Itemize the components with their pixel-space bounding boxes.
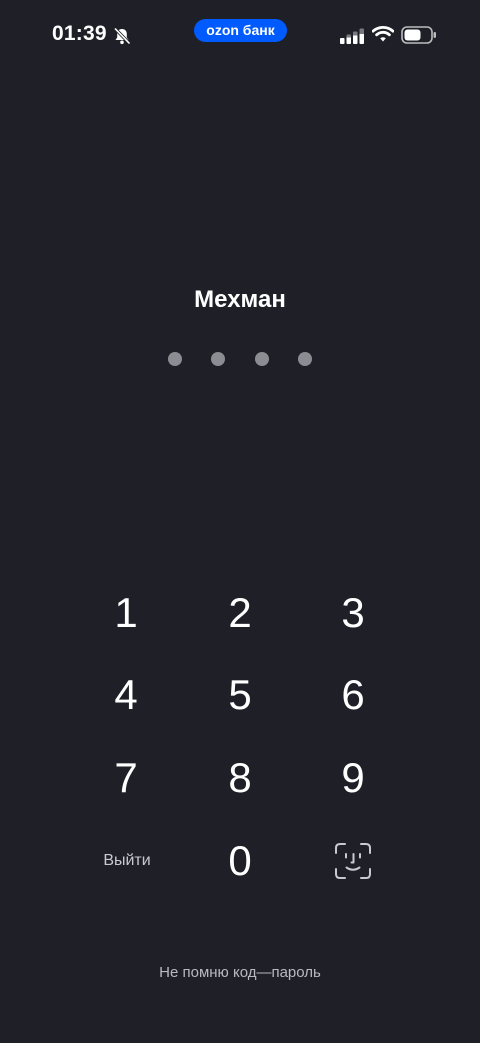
key-6[interactable]: 6 (305, 660, 401, 730)
key-7[interactable]: 7 (78, 743, 174, 813)
key-5[interactable]: 5 (192, 660, 288, 730)
logout-button[interactable]: Выйти (86, 845, 168, 877)
pin-dot (211, 352, 225, 366)
pin-dot (255, 352, 269, 366)
key-9[interactable]: 9 (305, 743, 401, 813)
ozon-bank-badge: ozon банк (194, 19, 287, 42)
pin-indicator (165, 352, 315, 368)
key-4[interactable]: 4 (78, 660, 174, 730)
key-2[interactable]: 2 (192, 578, 288, 648)
forgot-passcode-link[interactable]: Не помню код—пароль (0, 964, 480, 981)
pin-dot (168, 352, 182, 366)
face-id-icon (335, 843, 371, 879)
key-1[interactable]: 1 (78, 578, 174, 648)
key-0[interactable]: 0 (192, 826, 288, 896)
pin-dot (298, 352, 312, 366)
cellular-signal-icon (340, 28, 364, 44)
battery-icon (401, 26, 436, 44)
key-8[interactable]: 8 (192, 743, 288, 813)
face-id-button[interactable] (325, 833, 381, 889)
status-time: 01:39 (52, 22, 107, 45)
wifi-icon (372, 26, 394, 42)
bell-slash-icon (113, 27, 131, 45)
key-3[interactable]: 3 (305, 578, 401, 648)
user-name-title: Мехман (194, 286, 286, 313)
